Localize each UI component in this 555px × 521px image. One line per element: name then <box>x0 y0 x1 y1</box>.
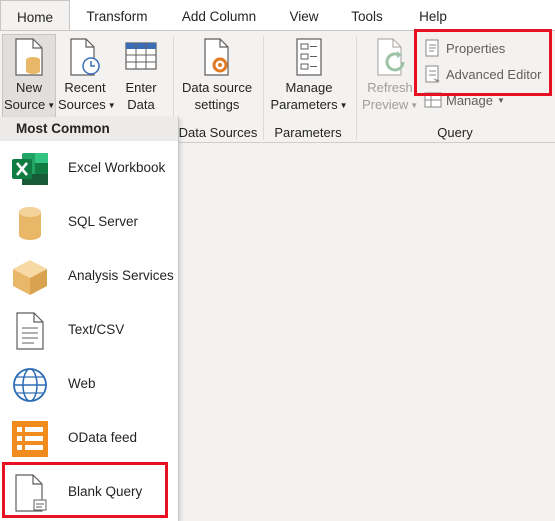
refresh-preview-button[interactable]: Refresh Preview ▼ <box>362 38 418 114</box>
menu-item-web[interactable]: Web <box>0 357 178 411</box>
manage-parameters-label-2: Parameters ▼ <box>270 96 348 112</box>
enter-data-label-2: Data <box>127 96 155 112</box>
menu-item-analysis-services[interactable]: Analysis Services <box>0 249 178 303</box>
data-source-settings-icon <box>204 38 229 76</box>
odata-icon <box>12 421 48 457</box>
manage-label: Manage <box>446 92 493 108</box>
menu-item-text-csv[interactable]: Text/CSV <box>0 303 178 357</box>
properties-icon <box>425 39 439 57</box>
properties-button[interactable]: Properties <box>424 38 505 58</box>
blank-query-icon <box>15 474 47 512</box>
manage-parameters-label-1: Manage <box>285 80 333 95</box>
menu-item-excel-workbook[interactable]: Excel Workbook <box>0 141 178 195</box>
group-label-parameters: Parameters <box>274 125 342 140</box>
menu-item-odata-feed[interactable]: OData feed <box>0 411 178 465</box>
separator <box>263 36 264 140</box>
refresh-preview-label-2: Preview ▼ <box>362 96 419 112</box>
data-source-settings-label-1: Data source <box>181 80 253 95</box>
tab-transform[interactable]: Transform <box>78 0 156 31</box>
refresh-preview-label-1: Refresh <box>367 80 413 95</box>
database-icon <box>19 207 41 240</box>
separator <box>356 36 357 140</box>
menu-item-label: Analysis Services <box>68 268 174 283</box>
new-source-icon <box>15 38 43 76</box>
menu-item-blank-query[interactable]: Blank Query <box>0 465 178 519</box>
enter-data-button[interactable]: Enter Data <box>118 38 164 113</box>
tab-add-column[interactable]: Add Column <box>174 0 264 31</box>
recent-sources-label-2: Sources ▼ <box>58 96 116 112</box>
text-file-icon <box>16 312 44 350</box>
tab-home[interactable]: Home <box>0 0 70 31</box>
advanced-editor-button[interactable]: Advanced Editor <box>424 64 541 84</box>
menu-item-label: SQL Server <box>68 214 139 229</box>
tab-view[interactable]: View <box>282 0 326 31</box>
refresh-icon <box>377 38 405 76</box>
recent-sources-label-1: Recent <box>64 80 106 95</box>
new-source-dropdown: Most Common Excel Workbook SQL Server An… <box>0 117 179 521</box>
ribbon-tabs: Home Transform Add Column View Tools Hel… <box>0 0 555 31</box>
manage-parameters-button[interactable]: Manage Parameters ▼ <box>266 38 352 114</box>
new-source-label-2: Source ▼ <box>4 96 56 112</box>
tab-help[interactable]: Help <box>412 0 454 31</box>
cube-icon <box>13 260 47 295</box>
recent-sources-icon <box>70 38 100 76</box>
data-source-settings-button[interactable]: Data source settings <box>178 38 256 113</box>
group-label-data-sources: Data Sources <box>178 125 258 140</box>
advanced-editor-label: Advanced Editor <box>446 66 542 82</box>
excel-icon <box>12 153 48 185</box>
menu-header: Most Common <box>0 117 178 141</box>
menu-item-label: Text/CSV <box>68 322 125 337</box>
parameters-icon <box>296 38 322 76</box>
properties-label: Properties <box>446 40 506 56</box>
recent-sources-button[interactable]: Recent Sources ▼ <box>58 38 116 114</box>
globe-icon <box>13 368 47 402</box>
table-icon <box>125 42 157 70</box>
menu-item-label: OData feed <box>68 430 138 445</box>
manage-icon <box>424 92 442 108</box>
tab-tools[interactable]: Tools <box>342 0 392 31</box>
menu-item-label: Blank Query <box>68 484 143 499</box>
new-source-label-1: New <box>15 80 42 95</box>
group-label-query: Query <box>437 125 473 140</box>
data-source-settings-label-2: settings <box>194 96 240 112</box>
manage-button[interactable]: Manage ▼ <box>424 90 505 110</box>
menu-item-sql-server[interactable]: SQL Server <box>0 195 178 249</box>
advanced-editor-icon <box>425 65 440 83</box>
new-source-button[interactable]: New Source ▼ <box>4 38 56 114</box>
menu-item-label: Excel Workbook <box>68 160 166 175</box>
menu-item-label: Web <box>68 376 96 391</box>
enter-data-label-1: Enter <box>125 80 157 95</box>
